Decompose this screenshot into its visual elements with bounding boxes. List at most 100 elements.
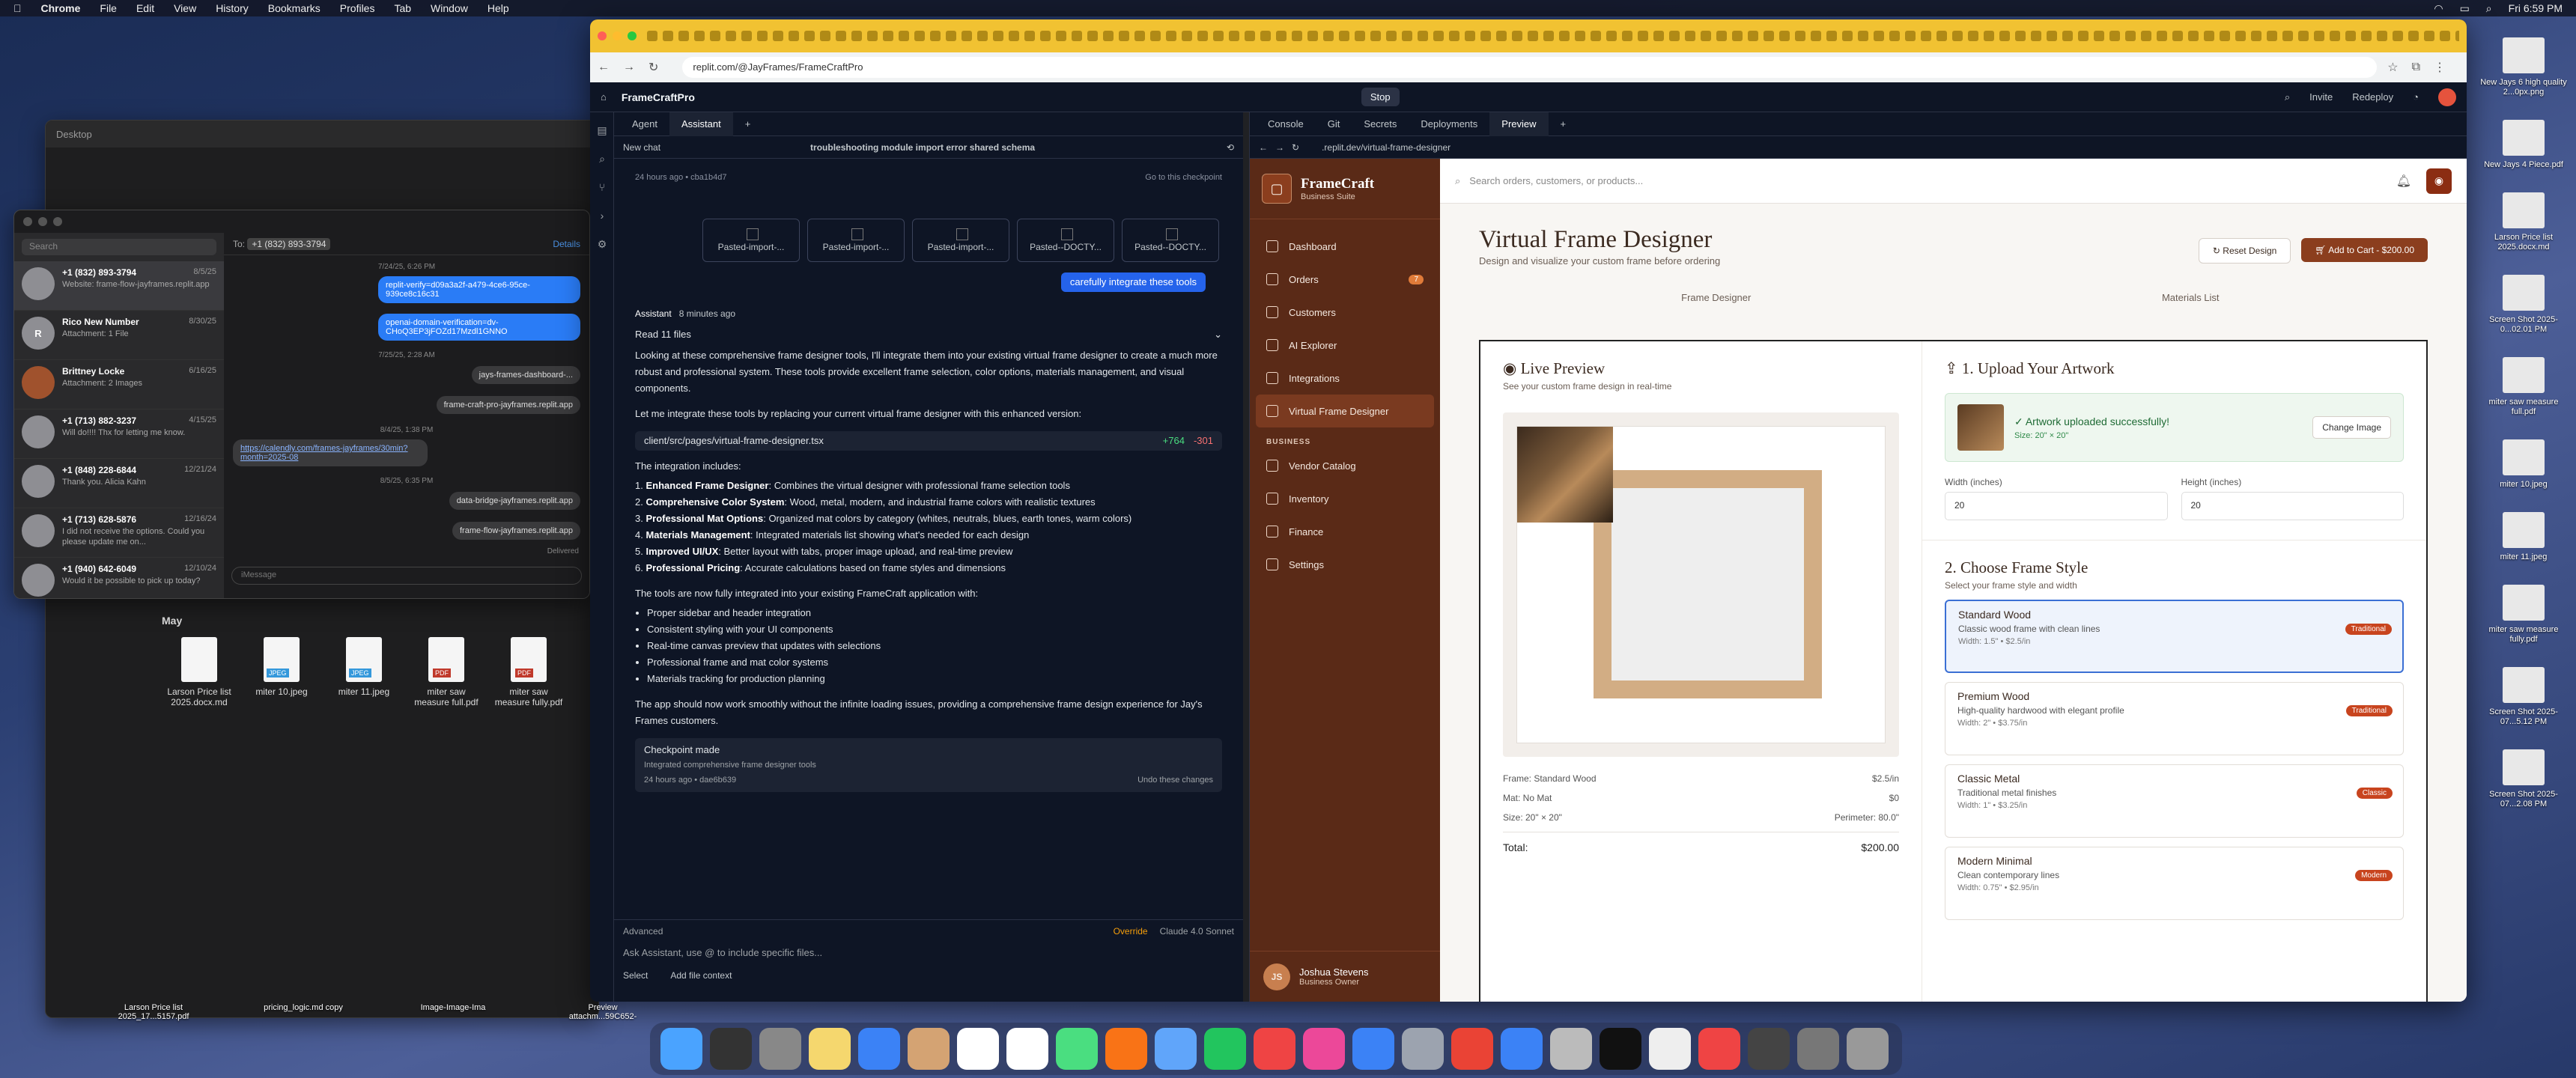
- reset-design-button[interactable]: ↻ Reset Design: [2198, 238, 2291, 264]
- sidebar-item-virtual-frame-designer[interactable]: Virtual Frame Designer: [1256, 395, 1434, 427]
- pinned-tab-favicon[interactable]: [1795, 31, 1805, 41]
- facetime-icon[interactable]: [1204, 1028, 1246, 1070]
- app-search-input[interactable]: Search orders, customers, or products...: [1469, 175, 1643, 186]
- pinned-tab-favicon[interactable]: [1936, 31, 1947, 41]
- pinned-tab-favicon[interactable]: [2282, 31, 2293, 41]
- creative-cloud-icon[interactable]: [1698, 1028, 1740, 1070]
- pinned-tab-favicon[interactable]: [1638, 31, 1648, 41]
- pinned-tab-favicon[interactable]: [1685, 31, 1695, 41]
- zoom-icon[interactable]: [628, 31, 637, 40]
- app-icon[interactable]: [1797, 1028, 1839, 1070]
- wifi-icon[interactable]: ◠: [2434, 2, 2443, 15]
- pinned-tab-favicon[interactable]: [2109, 31, 2120, 41]
- menu-bar-clock[interactable]: Fri 6:59 PM: [2509, 2, 2563, 14]
- read-files-toggle[interactable]: Read 11 files ⌄: [635, 326, 1222, 343]
- pinned-tab-favicon[interactable]: [899, 31, 909, 41]
- pinned-tab-favicon[interactable]: [1480, 31, 1491, 41]
- pinned-tab-favicon[interactable]: [1449, 31, 1459, 41]
- add-tab-icon[interactable]: +: [1549, 112, 1579, 136]
- pinned-tab-favicon[interactable]: [1370, 31, 1381, 41]
- go-to-checkpoint-link[interactable]: Go to this checkpoint: [1145, 169, 1222, 186]
- advanced-toggle[interactable]: Advanced: [623, 926, 663, 937]
- maps-icon[interactable]: [1056, 1028, 1098, 1070]
- forward-icon[interactable]: →: [1275, 142, 1284, 153]
- sidebar-item-ai-explorer[interactable]: AI Explorer: [1250, 329, 1440, 362]
- pinned-tab-favicon[interactable]: [1150, 31, 1161, 41]
- sidebar-item-dashboard[interactable]: Dashboard: [1250, 230, 1440, 263]
- conversation-item[interactable]: +1 (832) 893-3794 8/5/25 Website: frame-fl…: [14, 261, 224, 311]
- conversation-item[interactable]: R Rico New Number 8/30/25 Attachment: 1 Fi…: [14, 311, 224, 360]
- change-image-button[interactable]: Change Image: [2312, 416, 2391, 439]
- pinned-tab-favicon[interactable]: [726, 31, 736, 41]
- pinned-tab-favicon[interactable]: [757, 31, 768, 41]
- pinned-tab-favicon[interactable]: [1418, 31, 1428, 41]
- pinned-tab-favicon[interactable]: [2078, 31, 2089, 41]
- minimize-icon[interactable]: [38, 217, 47, 226]
- pinned-tab-favicon[interactable]: [1229, 31, 1239, 41]
- pinned-tab-favicon[interactable]: [1811, 31, 1821, 41]
- conversation-item[interactable]: +1 (848) 228-6844 12/21/24 Thank you. Alic…: [14, 459, 224, 508]
- apple-menu-icon[interactable]: : [13, 2, 22, 14]
- avatar[interactable]: [2438, 88, 2456, 106]
- pinned-tab-favicon[interactable]: [977, 31, 988, 41]
- console-icon[interactable]: ›: [590, 205, 614, 226]
- pinned-tab-favicon[interactable]: [1968, 31, 1978, 41]
- pinned-tab-favicon[interactable]: [1386, 31, 1397, 41]
- finder-icon[interactable]: [660, 1028, 702, 1070]
- terminal-icon[interactable]: [1600, 1028, 1641, 1070]
- pinned-tab-favicon[interactable]: [2141, 31, 2151, 41]
- pinned-tab-favicon[interactable]: [2188, 31, 2199, 41]
- desktop-file-icon[interactable]: miter 10.jpeg: [2479, 439, 2569, 490]
- pinned-tab-favicon[interactable]: [1197, 31, 1208, 41]
- details-button[interactable]: Details: [553, 239, 580, 249]
- pinned-tab-favicon[interactable]: [1433, 31, 1444, 41]
- sidebar-item-inventory[interactable]: Inventory: [1250, 482, 1440, 515]
- pinned-tab-favicon[interactable]: [2455, 31, 2459, 41]
- sidebar-item-vendor-catalog[interactable]: Vendor Catalog: [1250, 449, 1440, 482]
- chat-title[interactable]: troubleshooting module import error shar…: [810, 142, 1035, 153]
- message-bubble[interactable]: replit-verify=d09a3a2f-a479-4ce6-95ce-93…: [378, 276, 580, 303]
- pinned-tab-favicon[interactable]: [1040, 31, 1051, 41]
- override-toggle[interactable]: Override: [1114, 926, 1148, 937]
- app-icon[interactable]: [1748, 1028, 1790, 1070]
- pinned-tab-favicon[interactable]: [1276, 31, 1287, 41]
- attachment-file[interactable]: Pasted--DOCTY...: [1122, 219, 1219, 262]
- pinned-tab-favicon[interactable]: [663, 31, 673, 41]
- files-icon[interactable]: ▤: [590, 120, 614, 141]
- pinned-tab-favicon[interactable]: [2408, 31, 2419, 41]
- pinned-tab-favicon[interactable]: [1732, 31, 1743, 41]
- conversation-item[interactable]: +1 (940) 642-6049 12/10/24 Would it be pos…: [14, 558, 224, 598]
- desktop-file-icon[interactable]: New Jays 4 Piece.pdf: [2479, 120, 2569, 170]
- textedit-icon[interactable]: [1649, 1028, 1691, 1070]
- pinned-tab-favicon[interactable]: [2172, 31, 2183, 41]
- launchpad-icon[interactable]: [759, 1028, 801, 1070]
- tab-console[interactable]: Console: [1256, 112, 1316, 136]
- add-to-cart-button[interactable]: 🛒︎ Add to Cart - $200.00: [2301, 238, 2428, 262]
- pinned-tab-favicon[interactable]: [2267, 31, 2277, 41]
- pinned-tab-favicon[interactable]: [1402, 31, 1412, 41]
- pinned-tab-favicon[interactable]: [1528, 31, 1538, 41]
- redeploy-button[interactable]: Redeploy: [2352, 91, 2393, 103]
- pinned-tab-favicon[interactable]: [993, 31, 1003, 41]
- user-menu-icon[interactable]: ◉: [2426, 168, 2452, 194]
- photos-icon[interactable]: [1105, 1028, 1147, 1070]
- pinned-tab-favicon[interactable]: [647, 31, 657, 41]
- pinned-tab-favicon[interactable]: [1024, 31, 1035, 41]
- pinned-tab-favicon[interactable]: [1575, 31, 1585, 41]
- pinned-tab-favicon[interactable]: [2047, 31, 2057, 41]
- music-icon[interactable]: [1303, 1028, 1345, 1070]
- back-icon[interactable]: ←: [598, 61, 610, 74]
- close-icon[interactable]: [23, 217, 32, 226]
- notification-icon[interactable]: ◔: [2413, 91, 2419, 103]
- menu-tab[interactable]: Tab: [394, 2, 411, 14]
- pinned-tab-favicon[interactable]: [1056, 31, 1066, 41]
- history-icon[interactable]: ⟲: [1227, 142, 1234, 153]
- pinned-tab-favicon[interactable]: [2157, 31, 2167, 41]
- file-item[interactable]: miter 11.jpeg: [326, 637, 401, 697]
- desktop-file-icon[interactable]: Screen Shot 2025-07...5.12 PM: [2479, 667, 2569, 727]
- new-chat-button[interactable]: New chat: [623, 142, 660, 153]
- pinned-tab-favicon[interactable]: [1119, 31, 1129, 41]
- conversation-item[interactable]: Brittney Locke 6/16/25 Attachment: 2 Image…: [14, 360, 224, 409]
- pinned-tab-favicon[interactable]: [1512, 31, 1522, 41]
- file-item[interactable]: miter 10.jpeg: [244, 637, 319, 697]
